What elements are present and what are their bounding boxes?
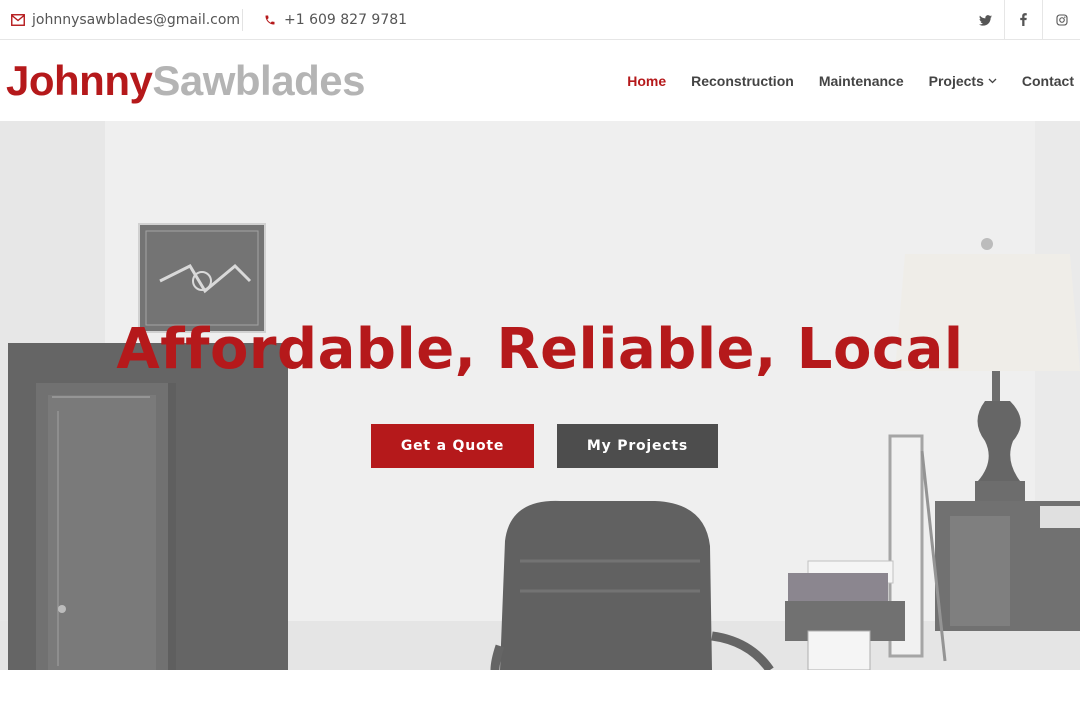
- hero-section: Affordable, Reliable, Local Get a Quote …: [0, 121, 1080, 670]
- phone-text: +1 609 827 9781: [284, 12, 408, 28]
- site-header: JohnnySawblades Home Reconstruction Main…: [0, 41, 1080, 121]
- page-bottom-area: [0, 670, 1080, 720]
- nav-reconstruction[interactable]: Reconstruction: [691, 73, 794, 89]
- email-link[interactable]: johnnysawblades@gmail.com: [10, 0, 240, 40]
- my-projects-button[interactable]: My Projects: [557, 424, 718, 468]
- social-links: [966, 0, 1080, 40]
- chevron-down-icon: [988, 78, 997, 84]
- twitter-link[interactable]: [966, 0, 1004, 40]
- nav-home[interactable]: Home: [627, 73, 666, 89]
- site-logo[interactable]: JohnnySawblades: [6, 57, 365, 105]
- divider: [242, 9, 243, 31]
- top-contact-bar: johnnysawblades@gmail.com +1 609 827 978…: [0, 0, 1080, 40]
- phone-link[interactable]: +1 609 827 9781: [262, 0, 407, 40]
- instagram-icon: [1055, 11, 1068, 30]
- nav-projects[interactable]: Projects: [929, 73, 997, 89]
- facebook-icon: [1020, 11, 1027, 30]
- facebook-link[interactable]: [1004, 0, 1042, 40]
- logo-part-2: Sawblades: [152, 57, 365, 104]
- hero-background-image: [0, 121, 1080, 670]
- phone-icon: [262, 12, 278, 28]
- logo-part-1: Johnny: [6, 57, 153, 104]
- nav-contact[interactable]: Contact: [1022, 73, 1074, 89]
- hero-headline: Affordable, Reliable, Local: [116, 317, 964, 382]
- nav-projects-label: Projects: [928, 73, 984, 89]
- email-text: johnnysawblades@gmail.com: [32, 12, 241, 28]
- get-quote-button[interactable]: Get a Quote: [371, 424, 534, 468]
- instagram-link[interactable]: [1042, 0, 1080, 40]
- twitter-icon: [978, 11, 992, 30]
- main-nav: Home Reconstruction Maintenance Projects…: [602, 41, 1074, 121]
- envelope-icon: [10, 12, 26, 28]
- nav-maintenance[interactable]: Maintenance: [819, 73, 904, 89]
